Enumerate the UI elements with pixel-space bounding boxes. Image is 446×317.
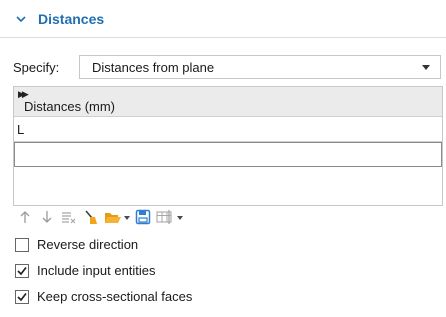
- include-input-entities-checkbox[interactable]: [15, 263, 29, 278]
- include-input-entities-label: Include input entities: [37, 263, 156, 278]
- table-row[interactable]: [14, 167, 442, 192]
- distances-table[interactable]: ▶▶ Distances (mm) L: [13, 86, 443, 206]
- reverse-direction-checkbox[interactable]: [15, 237, 29, 252]
- specify-select-value: Distances from plane: [92, 59, 215, 75]
- checkmark-icon: [17, 292, 27, 301]
- options-group: Reverse direction Include input entities…: [15, 236, 192, 314]
- arrow-up-icon: [20, 211, 30, 223]
- option-keep-cross-sectional-faces[interactable]: Keep cross-sectional faces: [15, 288, 192, 305]
- expand-columns-icon[interactable]: ▶▶: [18, 89, 29, 99]
- table-row[interactable]: [14, 142, 442, 167]
- move-up-button[interactable]: [16, 209, 34, 225]
- clear-table-button[interactable]: [82, 209, 100, 225]
- keep-cross-sectional-faces-checkbox[interactable]: [15, 289, 29, 304]
- column-header-distances: Distances (mm): [24, 99, 116, 114]
- table-cell[interactable]: L: [17, 122, 24, 137]
- open-folder-icon: [105, 213, 130, 223]
- specify-select[interactable]: Distances from plane: [79, 55, 441, 79]
- reverse-direction-label: Reverse direction: [37, 237, 139, 252]
- clear-brush-icon: [85, 210, 97, 224]
- move-down-button[interactable]: [38, 209, 56, 225]
- load-table-button[interactable]: [156, 209, 184, 225]
- table-row[interactable]: L: [14, 117, 442, 142]
- section-header-distances[interactable]: Distances: [0, 0, 446, 38]
- table-header: ▶▶ Distances (mm): [14, 87, 442, 117]
- option-reverse-direction[interactable]: Reverse direction: [15, 236, 192, 253]
- arrow-down-icon: [42, 211, 52, 223]
- specify-row: Specify: Distances from plane: [13, 55, 443, 79]
- dropdown-caret-icon: [422, 65, 430, 70]
- delete-list-icon: [62, 212, 76, 224]
- specify-label: Specify:: [13, 59, 60, 75]
- table-toolbar: [16, 209, 188, 225]
- delete-button[interactable]: [60, 209, 78, 225]
- keep-cross-sectional-faces-label: Keep cross-sectional faces: [37, 289, 193, 304]
- open-file-button[interactable]: [104, 209, 130, 225]
- save-button[interactable]: [134, 209, 152, 225]
- checkmark-icon: [17, 266, 27, 275]
- chevron-down-icon: [16, 15, 26, 22]
- option-include-input-entities[interactable]: Include input entities: [15, 262, 192, 279]
- section-title: Distances: [38, 10, 105, 27]
- save-icon: [135, 209, 151, 225]
- load-table-icon: [156, 210, 183, 224]
